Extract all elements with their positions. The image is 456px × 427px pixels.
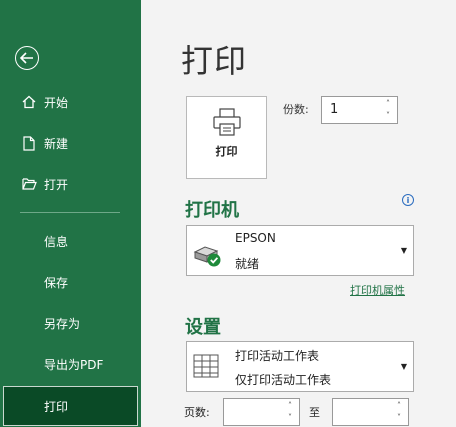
print-button-label: 打印: [215, 145, 238, 158]
sidebar-item-label: 新建: [44, 136, 69, 151]
pages-from-input[interactable]: ˄ ˅: [223, 398, 300, 426]
printer-properties-link[interactable]: 打印机属性: [350, 282, 405, 298]
sidebar-item-new[interactable]: 新建: [0, 125, 141, 161]
printer-status: 就绪: [235, 257, 260, 271]
copies-spinner[interactable]: ˄ ˅: [383, 99, 393, 121]
printer-ready-icon: [192, 243, 222, 271]
backstage-sidebar: 开始 新建 打开 信息 保存 另存为 导出为PDF 打印: [0, 0, 141, 427]
sidebar-item-info[interactable]: 信息: [0, 223, 141, 259]
sidebar-item-label: 打开: [44, 177, 69, 192]
print-scope-description: 仅打印活动工作表: [235, 373, 332, 387]
sidebar-item-home[interactable]: 开始: [0, 84, 141, 120]
sidebar-divider: [20, 212, 120, 213]
sidebar-item-label: 另存为: [44, 316, 81, 331]
page-title: 打印: [181, 42, 248, 80]
pages-from-spinner[interactable]: ˄ ˅: [285, 401, 295, 423]
print-scope-dropdown[interactable]: 打印活动工作表 仅打印活动工作表 ▼: [186, 341, 414, 392]
printer-name: EPSON: [235, 231, 276, 245]
worksheet-icon: [193, 354, 219, 384]
pages-to-spinner[interactable]: ˄ ˅: [394, 401, 404, 423]
sidebar-item-label: 信息: [44, 234, 69, 249]
dropdown-caret-icon: ▼: [400, 246, 407, 255]
printer-section-title: 打印机: [185, 200, 239, 221]
printer-dropdown[interactable]: EPSON 就绪 ▼: [186, 225, 414, 276]
folder-open-icon: [20, 175, 38, 193]
sidebar-item-print[interactable]: 打印: [3, 386, 138, 426]
sidebar-item-open[interactable]: 打开: [0, 166, 141, 202]
info-icon[interactable]: i: [402, 194, 414, 206]
sidebar-item-label: 导出为PDF: [44, 357, 104, 372]
sidebar-item-save[interactable]: 保存: [0, 264, 141, 300]
pages-to-input[interactable]: ˄ ˅: [332, 398, 409, 426]
sidebar-item-export-pdf[interactable]: 导出为PDF: [0, 346, 141, 382]
dropdown-caret-icon: ▼: [400, 362, 407, 371]
spin-up-icon[interactable]: ˄: [386, 99, 390, 109]
spin-up-icon[interactable]: ˄: [288, 401, 292, 411]
pages-label: 页数:: [184, 406, 210, 419]
copies-input[interactable]: 1 ˄ ˅: [321, 96, 398, 124]
sidebar-item-label: 打印: [44, 399, 69, 414]
spin-up-icon[interactable]: ˄: [397, 401, 401, 411]
home-icon: [20, 93, 38, 111]
print-panel: 打印 打印 份数: 1 ˄ ˅ 打印机 i EPSON 就绪 ▼ 打印机属性 设…: [141, 0, 456, 427]
spin-down-icon[interactable]: ˅: [288, 413, 292, 423]
back-arrow-icon[interactable]: [15, 46, 39, 70]
sidebar-item-label: 开始: [44, 95, 69, 110]
printer-icon: [212, 108, 241, 136]
copies-value: 1: [330, 102, 339, 117]
new-document-icon: [20, 134, 38, 152]
settings-section-title: 设置: [185, 317, 221, 338]
print-scope-title: 打印活动工作表: [235, 349, 320, 363]
sidebar-item-label: 保存: [44, 275, 69, 290]
sidebar-item-save-as[interactable]: 另存为: [0, 305, 141, 341]
spin-down-icon[interactable]: ˅: [397, 413, 401, 423]
copies-label: 份数:: [283, 103, 309, 116]
pages-to-label: 至: [309, 406, 320, 419]
print-button[interactable]: 打印: [186, 96, 267, 179]
spin-down-icon[interactable]: ˅: [386, 111, 390, 121]
